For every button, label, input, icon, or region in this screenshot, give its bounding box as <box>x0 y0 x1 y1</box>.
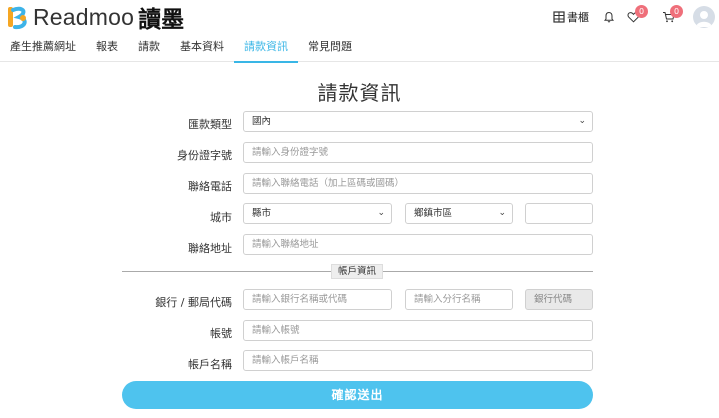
wishlist-button[interactable]: 0 <box>627 5 648 23</box>
remit-type-value: 國內 <box>252 116 272 127</box>
cart-count-badge: 0 <box>670 5 683 18</box>
county-value: 縣市 <box>252 208 272 219</box>
branch-name-input[interactable]: 請輸入分行名稱 <box>405 289 513 310</box>
address-label: 聯絡地址 <box>188 242 232 255</box>
tab-payout-info[interactable]: 請款資訊 <box>234 34 298 63</box>
chevron-down-icon: ⌄ <box>498 208 506 218</box>
address-input[interactable]: 請輸入聯絡地址 <box>243 234 593 255</box>
bookshelf-label: 書櫃 <box>567 11 589 24</box>
chevron-down-icon: ⌄ <box>377 208 385 218</box>
bookshelf-link[interactable]: 書櫃 <box>553 9 589 25</box>
county-select[interactable]: 縣市 ⌄ <box>243 203 392 224</box>
avatar[interactable] <box>693 6 715 28</box>
tab-referral-url[interactable]: 產生推薦網址 <box>0 34 86 62</box>
id-number-label: 身份證字號 <box>177 149 232 162</box>
bank-name-input[interactable]: 請輸入銀行名稱或代碼 <box>243 289 392 310</box>
phone-input[interactable]: 請輸入聯絡電話（加上區碼或國碼） <box>243 173 593 194</box>
logo-wordmark: Readmoo <box>33 3 135 30</box>
logo-chinese: 讀墨 <box>138 6 185 33</box>
notification-button[interactable] <box>603 11 615 23</box>
user-icon <box>696 11 712 27</box>
tab-faq[interactable]: 常見問題 <box>298 34 362 62</box>
bank-code-field: 銀行代碼 <box>525 289 593 310</box>
district-value: 鄉鎮市區 <box>414 208 453 219</box>
wishlist-count-badge: 0 <box>635 5 648 18</box>
district-select[interactable]: 鄉鎮市區 ⌄ <box>405 203 513 224</box>
phone-label: 聯絡電話 <box>188 180 232 193</box>
zip-code-input[interactable] <box>525 203 593 224</box>
tab-payout[interactable]: 請款 <box>128 34 170 62</box>
cart-button[interactable]: 0 <box>662 5 683 23</box>
account-number-input[interactable]: 請輸入帳號 <box>243 320 593 341</box>
account-name-input[interactable]: 請輸入帳戶名稱 <box>243 350 593 371</box>
account-section-label: 帳戶資訊 <box>331 264 383 279</box>
bank-code-label: 銀行 / 郵局代碼 <box>155 296 232 309</box>
account-name-label: 帳戶名稱 <box>188 358 232 371</box>
tab-profile[interactable]: 基本資料 <box>170 34 234 62</box>
remit-type-label: 匯款類型 <box>188 118 232 131</box>
readmoo-logo[interactable]: Readmoo 讀墨 <box>6 3 185 33</box>
remit-type-select[interactable]: 國內 ⌄ <box>243 111 593 132</box>
bookshelf-icon <box>553 11 565 23</box>
header-actions: 書櫃 0 0 <box>553 0 719 34</box>
account-number-label: 帳號 <box>210 327 232 340</box>
top-header: Readmoo 讀墨 書櫃 0 0 <box>0 0 719 34</box>
submit-button[interactable]: 確認送出 <box>122 381 593 409</box>
id-number-input[interactable]: 請輸入身份證字號 <box>243 142 593 163</box>
bell-icon <box>603 11 615 23</box>
tab-bar: 產生推薦網址 報表 請款 基本資料 請款資訊 常見問題 <box>0 34 719 63</box>
city-label: 城市 <box>210 211 232 224</box>
chevron-down-icon: ⌄ <box>578 116 586 126</box>
page-title: 請款資訊 <box>317 81 402 105</box>
readmoo-logo-icon <box>8 6 27 30</box>
tab-reports[interactable]: 報表 <box>86 34 128 62</box>
